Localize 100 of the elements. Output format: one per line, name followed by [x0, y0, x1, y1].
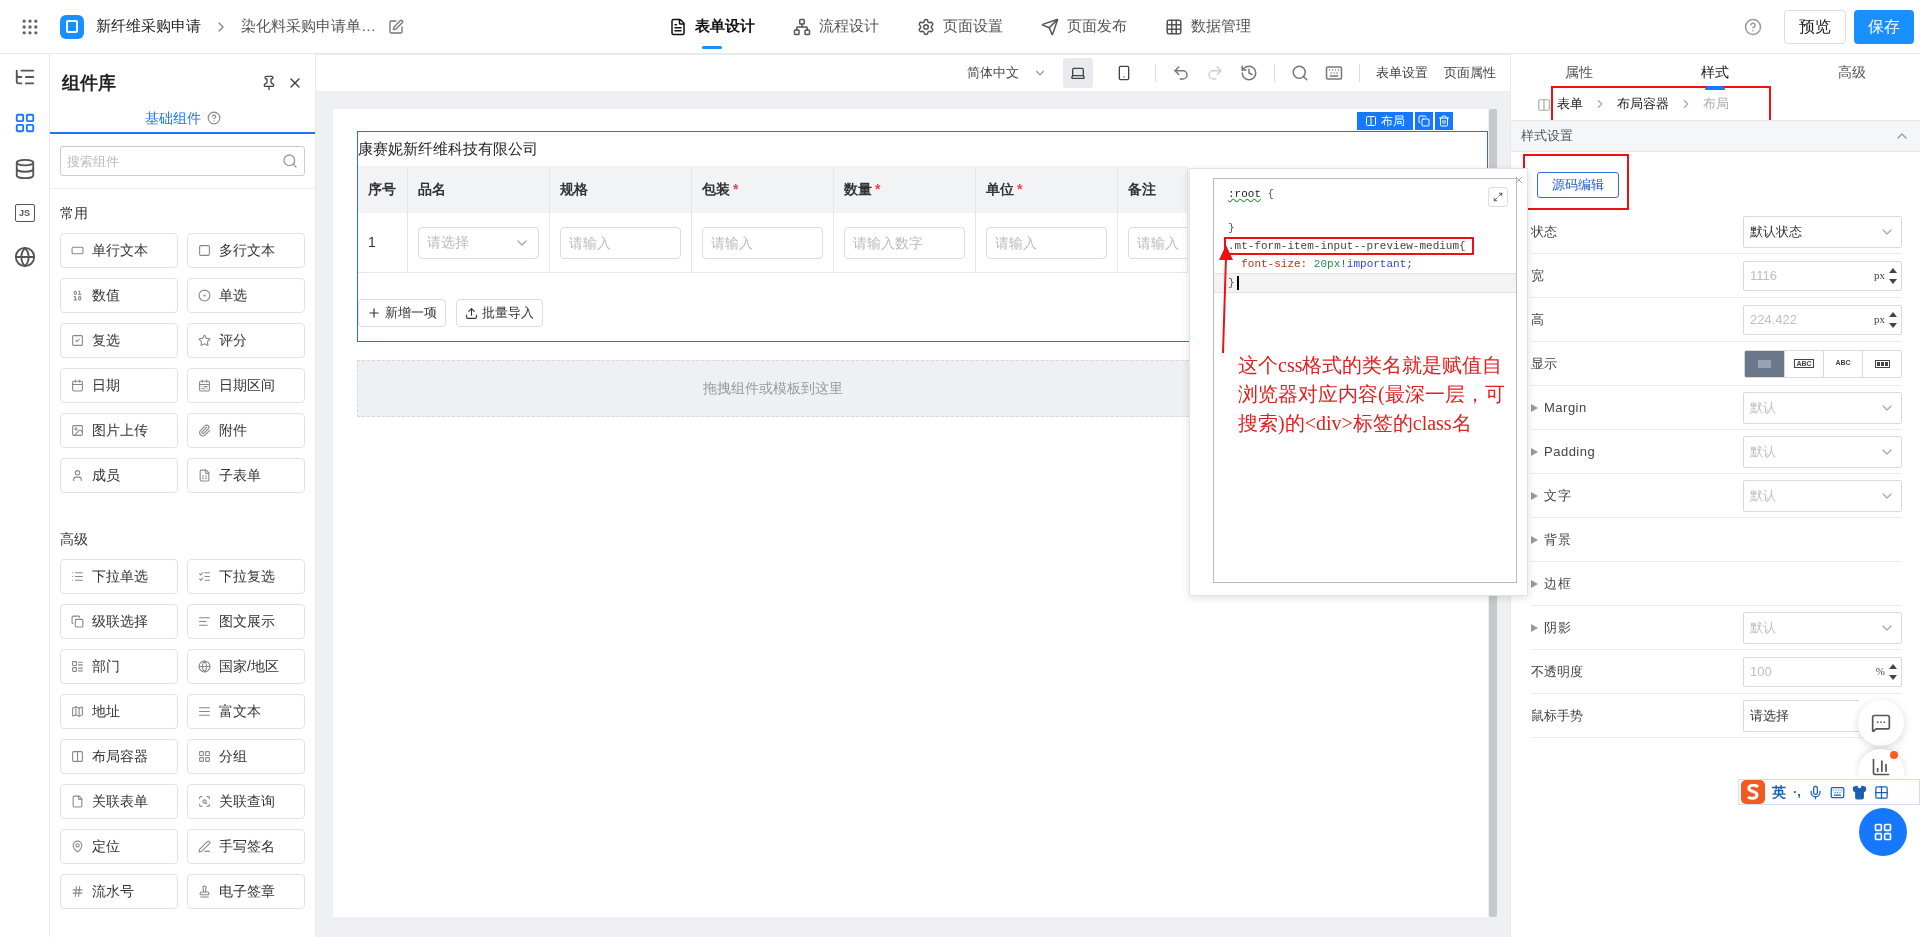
- source-edit-button[interactable]: 源码编辑: [1537, 172, 1619, 198]
- expand-button[interactable]: [1488, 187, 1508, 207]
- panel-title: 组件库: [62, 71, 116, 95]
- component-item[interactable]: 富文本: [187, 694, 305, 729]
- edit-icon[interactable]: [388, 18, 404, 35]
- cascade-icon: [71, 615, 84, 628]
- component-item[interactable]: 下拉复选: [187, 559, 305, 594]
- component-item[interactable]: 分组: [187, 739, 305, 774]
- shirt-icon[interactable]: [1851, 784, 1867, 800]
- nav-tab[interactable]: 数据管理: [1165, 0, 1251, 53]
- add-row-button[interactable]: 新增一项: [358, 299, 446, 327]
- input-field[interactable]: 请输入: [560, 226, 681, 259]
- component-item[interactable]: 关联查询: [187, 784, 305, 819]
- component-item[interactable]: 部门: [60, 649, 178, 684]
- grid-icon[interactable]: [1873, 784, 1889, 800]
- script-tab[interactable]: JS: [14, 204, 35, 222]
- microphone-icon[interactable]: [1807, 784, 1823, 800]
- component-item[interactable]: 多行文本: [187, 233, 305, 268]
- language-select[interactable]: 简体中文: [967, 63, 1047, 83]
- nav-tab[interactable]: 页面发布: [1041, 0, 1127, 53]
- stepper-icon[interactable]: [1889, 266, 1897, 285]
- panel-tab[interactable]: 基础组件: [50, 104, 315, 134]
- preview-button[interactable]: 预览: [1784, 9, 1846, 44]
- panel-tab[interactable]: 属性: [1511, 54, 1648, 90]
- ime-mode[interactable]: 英: [1772, 781, 1786, 803]
- database-icon[interactable]: [13, 158, 36, 180]
- expand-triangle-icon[interactable]: [1531, 623, 1538, 632]
- form-name[interactable]: 染化料采购申请单…: [241, 15, 376, 38]
- expand-triangle-icon[interactable]: [1531, 579, 1538, 588]
- input-field[interactable]: 请输入: [1128, 226, 1187, 259]
- code-editor[interactable]: :root { } .mt-form-item-input--preview-medium{ font-size: 20px!important; } 这个css格式的类名就是赋值自浏览器对应内容(最深一层，可搜索)的<div>标签的class名: [1213, 178, 1517, 583]
- text-lines-icon: [198, 615, 211, 628]
- section-header[interactable]: 样式设置: [1511, 120, 1920, 152]
- component-item[interactable]: 关联表单: [60, 784, 178, 819]
- select-field[interactable]: 默认状态: [1743, 215, 1902, 248]
- select-field[interactable]: 请选择: [1743, 699, 1859, 732]
- keyboard-icon[interactable]: [1829, 784, 1845, 800]
- component-item[interactable]: 数值: [60, 278, 178, 313]
- component-item[interactable]: 下拉单选: [60, 559, 178, 594]
- app-name[interactable]: 新纤维采购申请: [96, 15, 201, 38]
- component-item[interactable]: 日期区间: [187, 368, 305, 403]
- component-item[interactable]: 定位: [60, 829, 178, 864]
- component-item[interactable]: 图片上传: [60, 413, 178, 448]
- help-icon[interactable]: [1744, 17, 1762, 36]
- delete-button[interactable]: [1435, 112, 1453, 130]
- panel-tab[interactable]: 高级: [1783, 54, 1920, 90]
- component-item[interactable]: 单行文本: [60, 233, 178, 268]
- keyboard-icon[interactable]: [1325, 64, 1343, 82]
- pin-icon[interactable]: [261, 75, 277, 91]
- required-mark: *: [875, 180, 881, 199]
- input-field[interactable]: 请输入数字: [844, 226, 965, 259]
- layout-tag[interactable]: 布局: [1357, 112, 1413, 130]
- toolbar-link[interactable]: 页面属性: [1444, 63, 1496, 83]
- undo-icon[interactable]: [1172, 64, 1190, 82]
- device-toggle[interactable]: [1063, 58, 1093, 88]
- component-item[interactable]: 国家/地区: [187, 649, 305, 684]
- map-icon: [71, 705, 84, 718]
- components-icon[interactable]: [13, 112, 36, 134]
- search-icon[interactable]: [1291, 64, 1309, 82]
- component-item[interactable]: 子表单: [187, 458, 305, 493]
- stepper-icon[interactable]: [1889, 662, 1897, 681]
- component-item[interactable]: 评分: [187, 323, 305, 358]
- panel-tab[interactable]: 样式: [1647, 54, 1784, 90]
- property-label: 鼠标手势: [1531, 706, 1583, 725]
- component-item[interactable]: 图文展示: [187, 604, 305, 639]
- component-item[interactable]: 电子签章: [187, 874, 305, 909]
- component-item[interactable]: 手写签名: [187, 829, 305, 864]
- globe-icon[interactable]: [13, 246, 36, 268]
- column-header: 规格: [560, 180, 588, 199]
- component-item[interactable]: 流水号: [60, 874, 178, 909]
- column-header: 单位: [986, 180, 1014, 199]
- file-icon: [71, 795, 84, 808]
- nav-tab[interactable]: 流程设计: [793, 0, 879, 53]
- component-item[interactable]: 级联选择: [60, 604, 178, 639]
- expand-triangle-icon[interactable]: [1531, 535, 1538, 544]
- expand-triangle-icon[interactable]: [1531, 491, 1538, 500]
- component-item[interactable]: 单选: [187, 278, 305, 313]
- laptop-icon: [1070, 65, 1086, 81]
- ime-punctuation[interactable]: ·,: [1793, 782, 1801, 802]
- expand-triangle-icon[interactable]: [1531, 447, 1538, 456]
- toolbar-link[interactable]: 表单设置: [1376, 63, 1428, 83]
- component-item[interactable]: 布局容器: [60, 739, 178, 774]
- component-item[interactable]: 复选: [60, 323, 178, 358]
- component-item[interactable]: 附件: [187, 413, 305, 448]
- import-button[interactable]: 批量导入: [456, 299, 543, 327]
- breadcrumb-item[interactable]: 表单: [1557, 94, 1583, 114]
- history-icon[interactable]: [1240, 64, 1258, 82]
- component-item[interactable]: 地址: [60, 694, 178, 729]
- copy-button[interactable]: [1415, 112, 1433, 130]
- display-option[interactable]: [1862, 350, 1901, 377]
- nav-tab[interactable]: 页面设置: [917, 0, 1003, 53]
- stepper-icon[interactable]: [1889, 310, 1897, 329]
- input-field[interactable]: 请输入: [986, 226, 1107, 259]
- breadcrumb-item[interactable]: 布局容器: [1617, 94, 1669, 114]
- search-field[interactable]: 搜索组件: [60, 146, 305, 176]
- component-item[interactable]: 日期: [60, 368, 178, 403]
- component-item[interactable]: 成员: [60, 458, 178, 493]
- input-field[interactable]: 请输入: [702, 226, 823, 259]
- expand-triangle-icon[interactable]: [1531, 403, 1538, 412]
- nav-tab[interactable]: 表单设计: [669, 0, 755, 53]
